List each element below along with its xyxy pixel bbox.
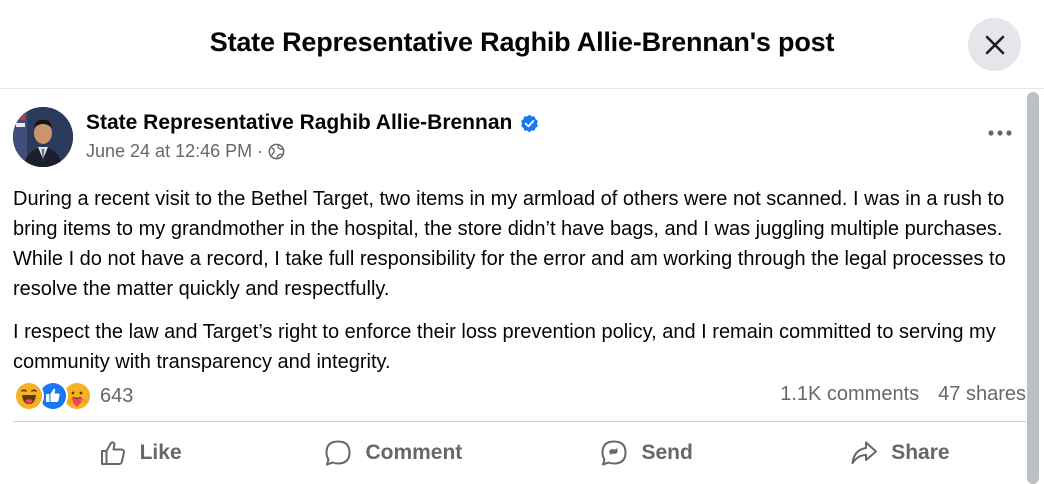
more-horizontal-icon <box>988 130 1012 136</box>
close-icon <box>985 35 1004 54</box>
post-paragraph: I respect the law and Target’s right to … <box>13 321 996 373</box>
reactions-summary[interactable]: 643 <box>14 381 133 411</box>
shares-count[interactable]: 47 shares <box>938 383 1026 406</box>
comments-count[interactable]: 1.1K comments <box>780 383 919 406</box>
modal-header: State Representative Raghib Allie-Brenna… <box>0 0 1044 89</box>
avatar[interactable] <box>13 107 73 167</box>
reaction-count[interactable]: 643 <box>100 385 133 408</box>
meta-separator: · <box>257 141 264 161</box>
divider <box>13 421 1026 422</box>
close-button[interactable] <box>968 18 1021 71</box>
messenger-icon <box>601 440 627 466</box>
post-body: During a recent visit to the Bethel Targ… <box>13 184 1018 390</box>
share-button[interactable]: Share <box>773 424 1026 482</box>
author-name[interactable]: State Representative Raghib Allie-Brenna… <box>86 111 539 135</box>
engagement-stats: 1.1K comments 47 shares <box>780 383 1026 406</box>
thumbs-up-icon <box>100 441 125 465</box>
profile-photo <box>13 107 73 167</box>
globe-icon <box>268 143 285 160</box>
comment-bubble-icon <box>325 440 351 466</box>
scrollbar[interactable] <box>1027 92 1039 484</box>
comment-button[interactable]: Comment <box>266 424 519 482</box>
haha-icon <box>14 381 44 411</box>
post-paragraph: During a recent visit to the Bethel Targ… <box>13 188 1006 300</box>
post: State Representative Raghib Allie-Brenna… <box>0 90 1026 484</box>
post-meta: June 24 at 12:46 PM · <box>86 141 285 162</box>
share-label: Share <box>891 441 950 464</box>
verified-badge-icon <box>521 114 539 132</box>
modal-title: State Representative Raghib Allie-Brenna… <box>209 27 835 57</box>
author-name-text[interactable]: State Representative Raghib Allie-Brenna… <box>86 111 512 135</box>
more-options-button[interactable] <box>983 120 1017 146</box>
like-label: Like <box>139 441 182 464</box>
send-button[interactable]: Send <box>520 424 773 482</box>
send-label: Send <box>641 441 693 464</box>
comment-label: Comment <box>365 441 463 464</box>
share-arrow-icon <box>851 441 878 464</box>
action-bar: Like Comment Send Share <box>13 424 1026 482</box>
like-button[interactable]: Like <box>13 424 266 482</box>
post-timestamp[interactable]: June 24 at 12:46 PM <box>86 141 252 162</box>
